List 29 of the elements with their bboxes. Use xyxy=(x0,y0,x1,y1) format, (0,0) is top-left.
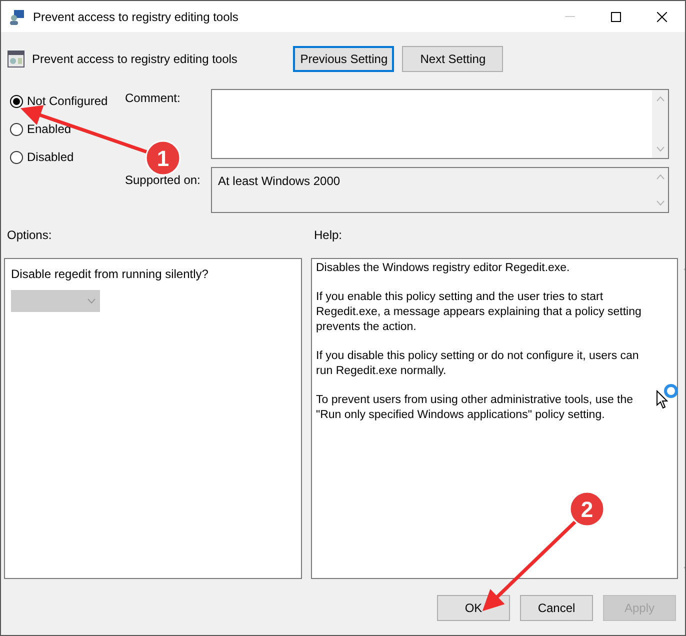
radio-label[interactable]: Enabled xyxy=(27,120,72,138)
help-text: To prevent users from using other administrative tools, use the "Run only specified Windows applications" policy setting. xyxy=(316,393,634,423)
chevron-down-icon xyxy=(87,298,96,304)
cancel-button[interactable]: Cancel xyxy=(520,595,593,621)
help-text: Disables the Windows registry editor Regedit.exe. xyxy=(316,261,571,276)
step-number-badge: 2 xyxy=(569,491,605,527)
mouse-cursor-icon xyxy=(656,390,668,409)
busy-ring-icon xyxy=(663,383,679,399)
radio-button[interactable] xyxy=(10,122,23,136)
computer-user-icon xyxy=(9,8,25,24)
policy-name: Prevent access to registry editing tools xyxy=(32,51,238,68)
radio-label[interactable]: Not Configured xyxy=(27,92,108,110)
policy-icon xyxy=(7,50,25,68)
radio-button[interactable] xyxy=(10,150,23,164)
window-title: Prevent access to registry editing tools xyxy=(33,8,238,26)
help-label: Help: xyxy=(314,227,342,244)
close-icon xyxy=(657,12,667,22)
previous-setting-button[interactable]: Previous Setting xyxy=(293,46,394,72)
options-label: Options: xyxy=(7,227,53,244)
comment-label: Comment: xyxy=(125,90,182,107)
help-text: If you enable this policy setting and the user tries to start Regedit.exe, a message appears explaining that a policy setting prevents the action. xyxy=(316,290,642,335)
radio-label[interactable]: Disabled xyxy=(27,148,74,166)
next-setting-button[interactable]: Next Setting xyxy=(402,46,504,72)
options-question: Disable regedit from running silently? xyxy=(11,266,210,283)
help-text: If you disable this policy setting or do not configure it, users can run Regedit.exe normally. xyxy=(316,349,640,379)
step-number-badge: 1 xyxy=(145,140,181,176)
supported-on-value: At least Windows 2000 xyxy=(217,173,342,190)
radio-button[interactable] xyxy=(10,94,23,108)
comment-field[interactable] xyxy=(211,89,669,159)
